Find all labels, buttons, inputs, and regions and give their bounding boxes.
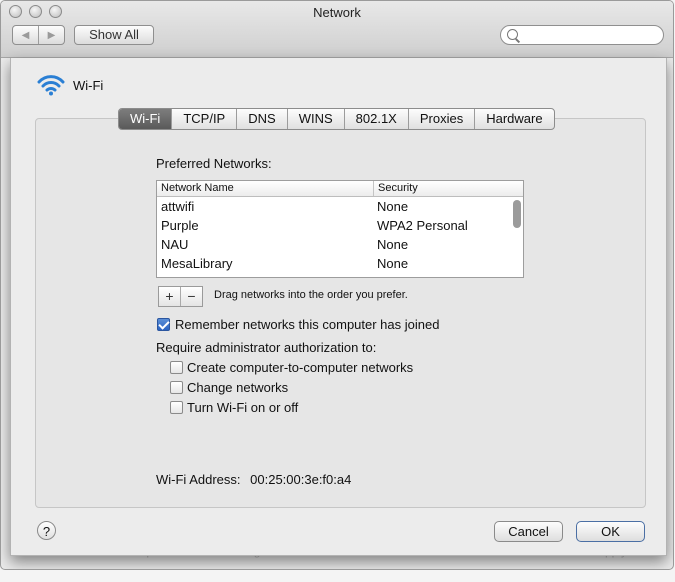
window-title: Network (313, 5, 361, 20)
back-icon[interactable]: ◀ (13, 26, 38, 44)
security-cell: WPA2 Personal (377, 218, 468, 233)
sheet-title: Wi-Fi (73, 78, 104, 93)
column-header-network-name[interactable]: Network Name (157, 181, 373, 196)
back-forward-buttons: ◀ ▶ (12, 25, 65, 45)
tab-wins[interactable]: WINS (286, 109, 344, 129)
preferred-networks-table[interactable]: Network Name Security attwifi None Purpl… (156, 180, 524, 278)
network-name-cell: NAU (161, 237, 189, 252)
drag-hint-text: Drag networks into the order you prefer. (214, 289, 408, 301)
remove-network-button[interactable]: − (180, 287, 202, 306)
change-networks-checkbox[interactable] (170, 381, 183, 394)
tab-tcpip[interactable]: TCP/IP (171, 109, 236, 129)
add-network-button[interactable]: + (159, 287, 180, 306)
turn-wifi-on-off-checkbox[interactable] (170, 401, 183, 414)
tab-wifi[interactable]: Wi-Fi (119, 109, 172, 129)
network-name-cell: MesaLibrary (161, 256, 233, 271)
security-cell: None (377, 199, 409, 214)
show-all-button[interactable]: Show All (74, 25, 154, 45)
tab-8021x[interactable]: 802.1X (343, 109, 408, 129)
forward-icon[interactable]: ▶ (38, 26, 64, 44)
wifi-advanced-sheet: Wi-Fi Wi-Fi TCP/IP DNS WINS 802.1X Proxi… (10, 58, 667, 556)
network-name-cell: Purple (161, 218, 199, 233)
remember-networks-checkbox[interactable] (157, 318, 170, 331)
wifi-address-label: Wi-Fi Address: (156, 472, 241, 487)
security-cell: None (377, 256, 409, 271)
tab-dns[interactable]: DNS (236, 109, 286, 129)
table-row[interactable]: Purple WPA2 Personal (157, 216, 523, 235)
ok-button[interactable]: OK (576, 521, 645, 542)
add-remove-buttons: + − (158, 286, 203, 307)
wifi-icon (37, 75, 65, 96)
preferred-networks-label: Preferred Networks: (156, 156, 272, 171)
turn-wifi-on-off-label[interactable]: Turn Wi-Fi on or off (187, 400, 298, 415)
tab-proxies[interactable]: Proxies (407, 109, 474, 129)
network-window: Network ◀ ▶ Show All Location: Automatic… (0, 0, 674, 570)
table-row[interactable]: MesaLibrary None (157, 254, 523, 273)
title-bar: Network ◀ ▶ Show All (1, 1, 673, 58)
change-networks-label[interactable]: Change networks (187, 380, 288, 395)
create-computer-networks-checkbox[interactable] (170, 361, 183, 374)
table-header: Network Name Security (157, 181, 523, 197)
wifi-address-value: 00:25:00:3e:f0:a4 (250, 472, 352, 487)
wifi-address: Wi-Fi Address: 00:25:00:3e:f0:a4 (156, 472, 351, 487)
tab-content-panel (35, 118, 646, 508)
tab-hardware[interactable]: Hardware (474, 109, 553, 129)
search-icon (507, 29, 518, 40)
remember-networks-label[interactable]: Remember networks this computer has join… (175, 317, 439, 332)
security-cell: None (377, 237, 409, 252)
help-button[interactable]: ? (37, 521, 56, 540)
table-scrollbar[interactable] (513, 200, 521, 228)
search-field[interactable] (500, 25, 664, 45)
network-name-cell: attwifi (161, 199, 195, 214)
table-row[interactable]: NAU None (157, 235, 523, 254)
require-admin-label: Require administrator authorization to: (156, 340, 377, 355)
cancel-button[interactable]: Cancel (494, 521, 563, 542)
column-header-security[interactable]: Security (373, 181, 523, 196)
table-row[interactable]: attwifi None (157, 197, 523, 216)
create-computer-networks-label[interactable]: Create computer-to-computer networks (187, 360, 413, 375)
tab-bar: Wi-Fi TCP/IP DNS WINS 802.1X Proxies Har… (118, 108, 555, 130)
